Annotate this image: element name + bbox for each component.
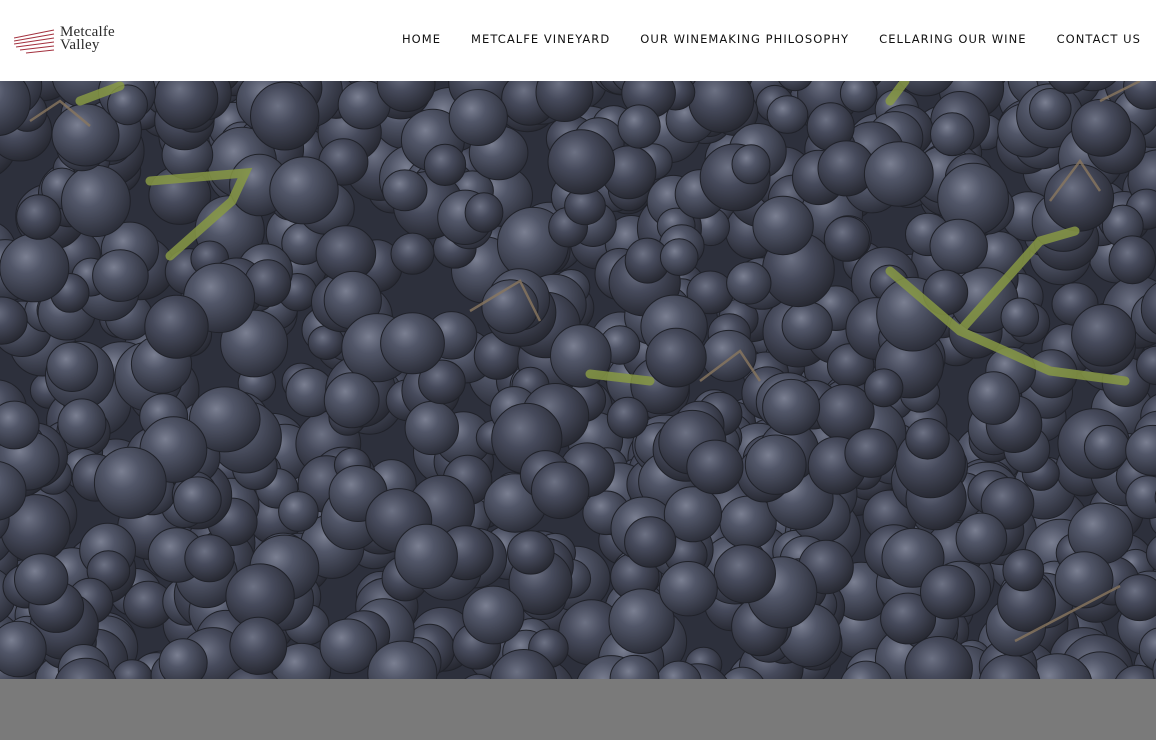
nav-item-contact-us[interactable]: CONTACT US bbox=[1057, 32, 1141, 46]
nav-item-home[interactable]: HOME bbox=[402, 32, 441, 46]
vineyard-rows-icon bbox=[14, 29, 55, 54]
nav-item-metcalfe-vineyard[interactable]: METCALFE VINEYARD bbox=[471, 32, 610, 46]
brand-name: Metcalfe Valley bbox=[60, 25, 115, 53]
brand-line-2: Valley bbox=[60, 37, 100, 53]
hero-overlay bbox=[0, 81, 1156, 679]
hero-banner bbox=[0, 81, 1156, 679]
footer-band bbox=[0, 679, 1156, 740]
site-logo[interactable]: Metcalfe Valley bbox=[14, 24, 134, 58]
site-header: Metcalfe Valley HOME METCALFE VINEYARD O… bbox=[0, 0, 1156, 81]
nav-item-winemaking-philosophy[interactable]: OUR WINEMAKING PHILOSOPHY bbox=[640, 32, 849, 46]
nav-item-cellaring-our-wine[interactable]: CELLARING OUR WINE bbox=[879, 32, 1026, 46]
main-nav: HOME METCALFE VINEYARD OUR WINEMAKING PH… bbox=[402, 32, 1141, 46]
